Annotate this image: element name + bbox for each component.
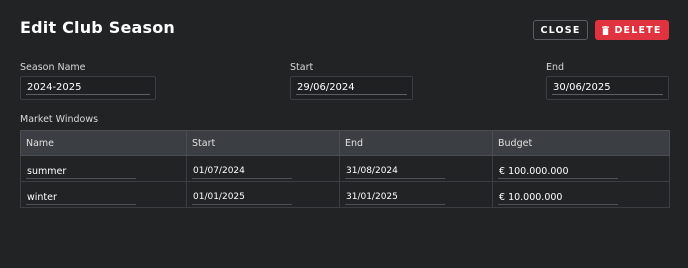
window-budget-input[interactable] — [498, 164, 618, 179]
start-date-input[interactable] — [296, 81, 407, 95]
window-name-input[interactable] — [26, 164, 136, 179]
start-date-field — [290, 76, 413, 100]
market-windows-table: Name Start End Budget — [20, 130, 670, 208]
trash-icon — [602, 25, 610, 35]
table-cell — [20, 155, 187, 182]
window-name-input[interactable] — [26, 190, 136, 205]
column-header-budget: Budget — [492, 130, 670, 156]
window-end-input[interactable] — [345, 190, 445, 205]
close-button-label: CLOSE — [540, 24, 581, 36]
delete-button[interactable]: DELETE — [595, 20, 669, 40]
end-date-label: End — [546, 62, 565, 73]
end-date-field — [546, 76, 669, 100]
column-header-start: Start — [186, 130, 340, 156]
column-header-end: End — [339, 130, 493, 156]
page-title: Edit Club Season — [20, 18, 176, 37]
start-date-label: Start — [290, 62, 314, 73]
window-start-input[interactable] — [192, 164, 292, 179]
delete-button-label: DELETE — [614, 24, 662, 36]
table-row — [20, 181, 670, 208]
column-header-name: Name — [20, 130, 187, 156]
table-header-row: Name Start End Budget — [20, 130, 670, 156]
table-cell — [492, 155, 670, 182]
end-date-input[interactable] — [552, 81, 663, 95]
table-row — [20, 155, 670, 182]
window-start-input[interactable] — [192, 190, 292, 205]
table-cell — [186, 181, 340, 208]
table-cell — [186, 155, 340, 182]
season-name-field — [20, 76, 156, 100]
table-cell — [492, 181, 670, 208]
table-cell — [20, 181, 187, 208]
table-cell — [339, 181, 493, 208]
window-end-input[interactable] — [345, 164, 445, 179]
window-budget-input[interactable] — [498, 190, 618, 205]
close-button[interactable]: CLOSE — [533, 20, 588, 40]
market-windows-label: Market Windows — [20, 114, 99, 125]
season-name-label: Season Name — [20, 62, 86, 73]
table-cell — [339, 155, 493, 182]
season-name-input[interactable] — [26, 81, 150, 95]
